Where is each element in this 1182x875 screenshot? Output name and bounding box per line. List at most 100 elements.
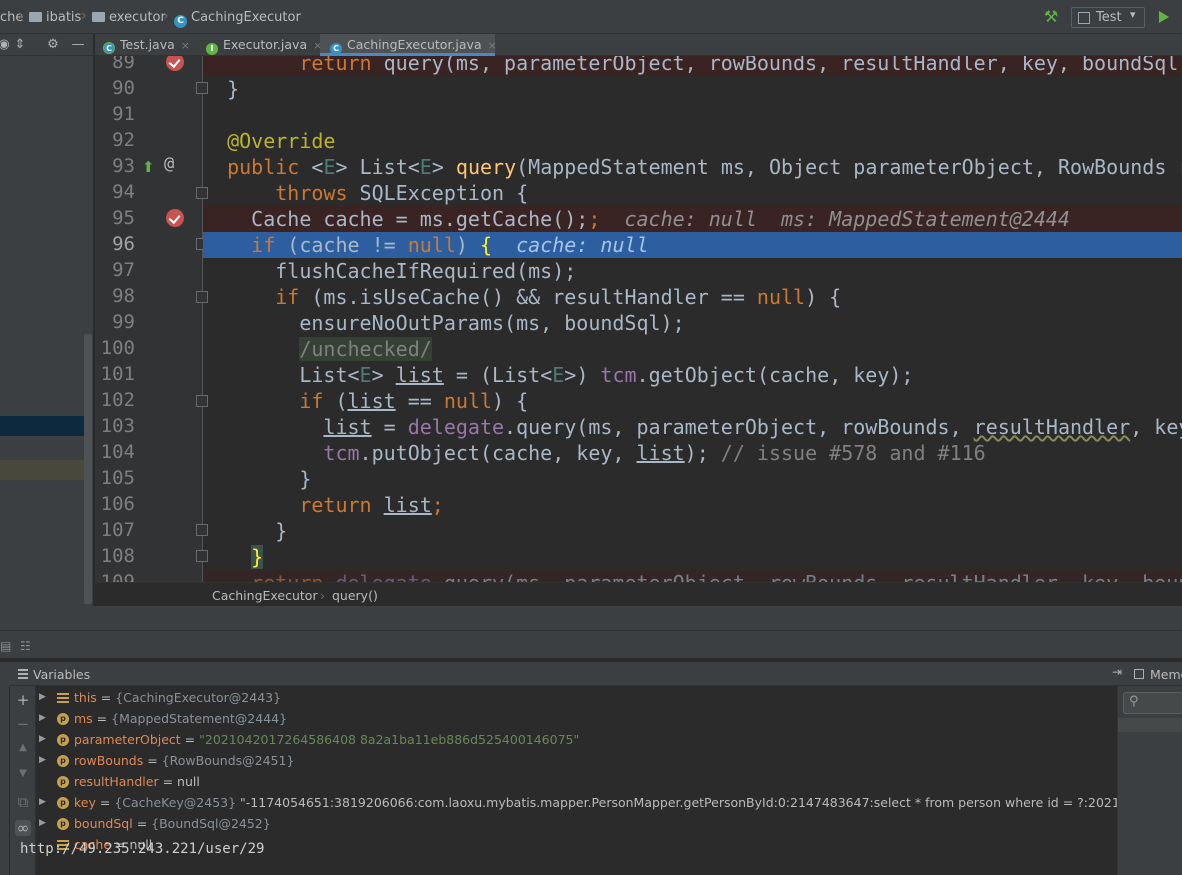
expand-arrow-icon[interactable]: ▶ xyxy=(39,708,46,729)
frames-icon[interactable]: ▤ xyxy=(0,639,14,653)
breadcrumb-method[interactable]: query() xyxy=(332,588,378,603)
line-number: 96 xyxy=(112,233,135,255)
threads-icon[interactable]: ☷ xyxy=(20,639,34,653)
memory-table-header xyxy=(1118,718,1182,732)
tree-row-selected[interactable] xyxy=(0,416,92,436)
tab-test-java[interactable]: C Test.java × xyxy=(101,34,198,56)
expand-arrow-icon[interactable]: ▶ xyxy=(39,750,46,771)
close-icon[interactable]: × xyxy=(488,39,497,52)
hammer-icon[interactable]: ⚒ xyxy=(1042,8,1060,26)
restore-layout-icon[interactable]: ⇥ xyxy=(1112,665,1122,679)
field-stack-icon xyxy=(57,693,69,703)
equals: = xyxy=(158,774,178,789)
code-line-execution-point[interactable]: if (cache != null) { cache: null xyxy=(203,232,1182,258)
run-configuration-select[interactable]: Test ▾ xyxy=(1071,7,1145,28)
copy-icon[interactable]: ⧉ xyxy=(15,794,31,810)
breadcrumb-item[interactable]: ibatis xyxy=(29,10,81,25)
variable-row[interactable]: p resultHandler = null xyxy=(36,771,1117,792)
code-line[interactable]: @Override xyxy=(203,128,1182,154)
expand-arrow-icon[interactable]: ▶ xyxy=(39,687,46,708)
code-line[interactable]: } xyxy=(203,466,1182,492)
collapse-all-icon[interactable]: ⇕ xyxy=(12,37,28,53)
code-text: ; xyxy=(431,493,444,517)
move-down-icon[interactable]: ▼ xyxy=(15,766,31,782)
variable-row[interactable]: ▶ p boundSql = {BoundSql@2452} xyxy=(36,813,1117,834)
memory-search-input[interactable]: ⚲ xyxy=(1123,692,1182,714)
tab-executor-java[interactable]: I Executor.java × xyxy=(198,34,322,56)
code-line[interactable]: flushCacheIfRequired(ms); xyxy=(203,258,1182,284)
breakpoint-icon[interactable] xyxy=(166,56,184,71)
code-line[interactable]: /unchecked/ xyxy=(203,336,1182,362)
code-line[interactable] xyxy=(203,102,1182,128)
code-line[interactable]: tcm.putObject(cache, key, list); // issu… xyxy=(203,440,1182,466)
tab-cachingexecutor-java[interactable]: C CachingExecutor.java × xyxy=(320,34,497,56)
code-line[interactable]: ensureNoOutParams(ms, boundSql); xyxy=(203,310,1182,336)
code-text: > List< xyxy=(335,155,420,179)
keyword: return xyxy=(299,56,372,75)
code-text: (cache != xyxy=(275,233,408,257)
minimize-icon[interactable]: — xyxy=(70,37,86,53)
close-icon[interactable]: × xyxy=(181,39,190,52)
locate-icon[interactable]: ◉ xyxy=(0,37,12,53)
variable: list xyxy=(383,493,432,517)
line-number: 91 xyxy=(112,103,135,125)
breadcrumb-item[interactable]: executor xyxy=(92,10,166,25)
variables-header: Variables ⇥ Memory xyxy=(10,662,1182,686)
breadcrumb-item[interactable]: C CachingExecutor xyxy=(174,10,301,28)
variable-value: null xyxy=(177,774,200,789)
breakpoint-icon[interactable] xyxy=(166,209,184,227)
variable-row[interactable]: ▶ p parameterObject = "20210420172645864… xyxy=(36,729,1117,750)
type-parameter: E xyxy=(323,155,336,179)
code-line[interactable]: public <E> List<E> query(MappedStatement… xyxy=(203,154,1182,180)
code-line[interactable]: if (list == null) { xyxy=(203,388,1182,414)
annotation-icon[interactable]: @ xyxy=(164,154,174,174)
code-line-breakpoint[interactable]: Cache cache = ms.getCache();; cache: nul… xyxy=(203,206,1182,232)
code-line[interactable]: throws SQLException { xyxy=(203,180,1182,206)
expand-arrow-icon[interactable]: ▶ xyxy=(39,813,46,834)
field: tcm xyxy=(323,441,360,465)
variable-row[interactable]: ▶ p key = {CacheKey@2453} "-1174054651:3… xyxy=(36,792,1117,813)
override-icon[interactable]: ⬆ xyxy=(142,158,155,176)
show-watches-icon[interactable]: ∞ xyxy=(15,820,31,836)
code-line[interactable]: } xyxy=(203,544,1182,570)
variable-name: parameterObject xyxy=(74,732,181,747)
variable-name: rowBounds xyxy=(74,753,144,768)
expand-arrow-icon[interactable]: ▶ xyxy=(39,792,46,813)
remove-watch-icon[interactable]: − xyxy=(15,716,31,732)
code-line[interactable]: List<E> list = (List<E>) tcm.getObject(c… xyxy=(203,362,1182,388)
line-number: 98 xyxy=(112,285,135,307)
line-number: 104 xyxy=(100,441,135,463)
class-icon: C xyxy=(330,43,342,55)
code-line[interactable]: } xyxy=(203,518,1182,544)
code-line[interactable]: list = delegate.query(ms, parameterObjec… xyxy=(203,414,1182,440)
watermark-url: http://49.235.243.221/user/29 xyxy=(20,841,265,857)
variable: list xyxy=(395,363,444,387)
code-line[interactable]: if (ms.isUseCache() && resultHandler == … xyxy=(203,284,1182,310)
variable-row[interactable]: ▶ this = {CachingExecutor@2443} xyxy=(36,687,1117,708)
gear-icon[interactable]: ⚙ xyxy=(45,37,61,53)
code-editor[interactable]: 89 90 91 92 93 94 95 96 97 98 99 100 101… xyxy=(95,56,1182,582)
search-icon: ⚲ xyxy=(1129,694,1139,709)
variable-reference: {MappedStatement@2444} xyxy=(111,711,288,726)
expand-arrow-icon[interactable]: ▶ xyxy=(39,729,46,750)
variable-reference: {BoundSql@2452} xyxy=(151,816,271,831)
variable-row[interactable]: ▶ p ms = {MappedStatement@2444} xyxy=(36,708,1117,729)
type-parameter: E xyxy=(552,363,565,387)
run-icon[interactable] xyxy=(1156,8,1172,26)
line-number: 93 xyxy=(112,155,135,177)
move-up-icon[interactable]: ▲ xyxy=(15,740,31,756)
add-watch-icon[interactable]: + xyxy=(15,692,31,708)
inline-debug-value: cache: null ms: MappedStatement@2444 xyxy=(600,207,1070,231)
memory-tab[interactable]: Memory xyxy=(1150,667,1182,682)
code-line[interactable]: return list; xyxy=(203,492,1182,518)
scrollbar[interactable] xyxy=(84,334,92,604)
breadcrumb-class[interactable]: CachingExecutor xyxy=(212,588,318,603)
code-line[interactable]: return query(ms, parameterObject, rowBou… xyxy=(203,56,1182,76)
tree-row[interactable] xyxy=(0,460,92,480)
variable-row[interactable]: ▶ p rowBounds = {RowBounds@2451} xyxy=(36,750,1117,771)
param-icon: p xyxy=(57,797,69,809)
code-line[interactable]: } xyxy=(203,76,1182,102)
param-icon: p xyxy=(57,713,69,725)
code-line[interactable]: return delegate.query(ms, parameterObjec… xyxy=(203,570,1182,582)
